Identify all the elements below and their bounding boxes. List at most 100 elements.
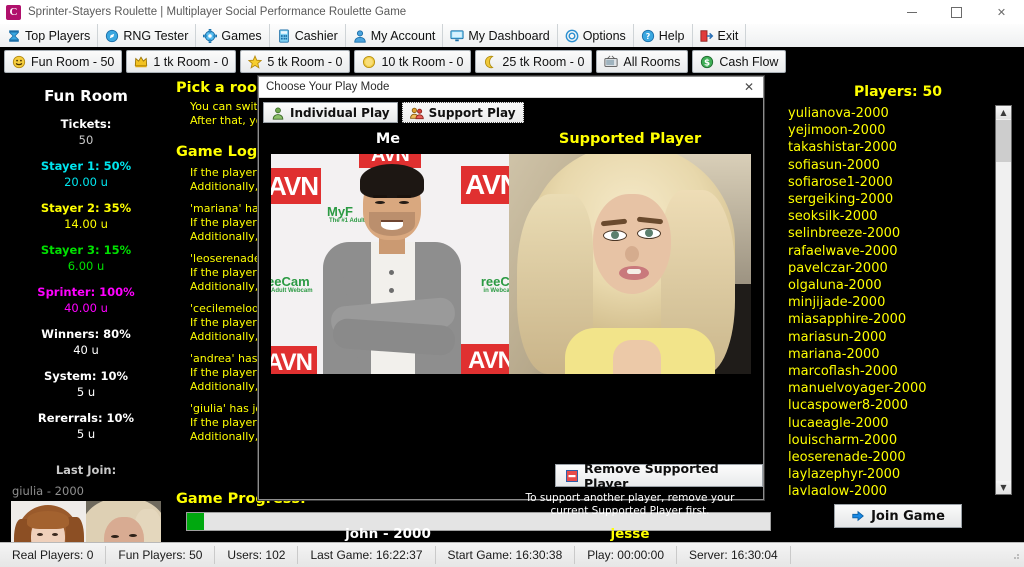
- room-tab-25-tk-room-0[interactable]: 25 tk Room - 0: [475, 50, 593, 73]
- tickets-label: Tickets:: [60, 117, 112, 131]
- menu-item-rng-tester[interactable]: RNG Tester: [98, 24, 197, 47]
- player-list-item[interactable]: mariasun-2000: [788, 329, 992, 346]
- menu-item-my-account[interactable]: My Account: [346, 24, 444, 47]
- dialog-close-button[interactable]: ✕: [735, 77, 763, 97]
- menu-item-games[interactable]: Games: [196, 24, 270, 47]
- status-cell: Fun Players: 50: [106, 546, 216, 564]
- players-list[interactable]: yulianova-2000 yejimoon-2000 takashistar-2…: [788, 105, 992, 495]
- room-tab-1-tk-room-0[interactable]: 1 tk Room - 0: [126, 50, 237, 73]
- stat-group: Winners: 80% 40 u: [0, 327, 172, 357]
- compass-icon: [105, 29, 119, 43]
- room-tab-all-rooms[interactable]: All Rooms: [596, 50, 689, 73]
- players-scrollbar[interactable]: ▲ ▼: [995, 105, 1012, 495]
- stat-label: Winners: 80%: [41, 327, 131, 341]
- menu-item-help[interactable]: ? Help: [634, 24, 693, 47]
- room-tab-label: 25 tk Room - 0: [502, 54, 585, 69]
- crown-icon: [134, 55, 148, 69]
- dialog-titlebar: Choose Your Play Mode ✕: [259, 77, 763, 98]
- player-list-item[interactable]: sofiasun-2000: [788, 157, 992, 174]
- player-list-item[interactable]: minjijade-2000: [788, 294, 992, 311]
- player-list-item[interactable]: miasapphire-2000: [788, 311, 992, 328]
- game-progress-fill: [187, 513, 205, 530]
- stat-group: Stayer 1: 50% 20.00 u: [0, 159, 172, 189]
- player-list-item[interactable]: pavelczar-2000: [788, 260, 992, 277]
- join-game-label: Join Game: [871, 508, 945, 524]
- svg-text:$: $: [704, 58, 710, 68]
- maximize-button[interactable]: [934, 0, 979, 24]
- question-icon: ?: [641, 29, 655, 43]
- room-tab-10-tk-room-0[interactable]: 10 tk Room - 0: [354, 50, 472, 73]
- player-list-item[interactable]: marcoflash-2000: [788, 363, 992, 380]
- payout-stats: Stayer 1: 50% 20.00 u Stayer 2: 35% 14.00 u…: [0, 159, 172, 441]
- play-mode-tab-support-play[interactable]: Support Play: [401, 102, 524, 123]
- player-list-item[interactable]: manuelvoyager-2000: [788, 380, 992, 397]
- close-window-button[interactable]: ✕: [979, 0, 1024, 24]
- player-list-item[interactable]: leoserenade-2000: [788, 449, 992, 466]
- menu-item-exit[interactable]: Exit: [693, 24, 747, 47]
- scrollbar-thumb[interactable]: [996, 120, 1011, 162]
- play-mode-tab-individual-play[interactable]: Individual Play: [263, 102, 398, 123]
- player-list-item[interactable]: sofiarose1-2000: [788, 174, 992, 191]
- players-label: Players:: [854, 84, 918, 100]
- menu-item-my-dashboard[interactable]: My Dashboard: [443, 24, 558, 47]
- players-list-wrapper: yulianova-2000 yejimoon-2000 takashistar-2…: [788, 105, 1012, 495]
- player-list-item[interactable]: lucaeagle-2000: [788, 415, 992, 432]
- app-logo-icon: C: [6, 4, 21, 20]
- menu-item-label: Help: [658, 28, 685, 43]
- player-list-item[interactable]: laylaglow-2000: [788, 483, 992, 495]
- player-list-item[interactable]: yejimoon-2000: [788, 122, 992, 139]
- player-list-item[interactable]: louischarm-2000: [788, 432, 992, 449]
- status-cell: Play: 00:00:00: [575, 546, 677, 564]
- menu-item-label: My Account: [370, 28, 436, 43]
- player-list-item[interactable]: takashistar-2000: [788, 139, 992, 156]
- stat-group: System: 10% 5 u: [0, 369, 172, 399]
- room-tab-fun-room-50[interactable]: Fun Room - 50: [4, 50, 123, 73]
- menu-item-options[interactable]: Options: [558, 24, 634, 47]
- player-list-item[interactable]: mariana-2000: [788, 346, 992, 363]
- remove-supported-player-button[interactable]: Remove Supported Player: [555, 461, 763, 491]
- room-tab-label: Cash Flow: [719, 54, 779, 69]
- player-list-item[interactable]: olgaluna-2000: [788, 277, 992, 294]
- minimize-button[interactable]: [889, 0, 934, 24]
- player-list-item[interactable]: sergeiking-2000: [788, 191, 992, 208]
- last-join-label: Last Join:: [55, 463, 117, 477]
- join-game-button[interactable]: Join Game: [834, 504, 962, 528]
- room-tab-label: 5 tk Room - 0: [267, 54, 343, 69]
- scroll-down-icon[interactable]: ▼: [996, 481, 1011, 494]
- player-list-item[interactable]: rafaelwave-2000: [788, 243, 992, 260]
- play-mode-tabs: Individual Play Support Play: [259, 98, 763, 123]
- smiley-icon: [12, 55, 26, 69]
- tickets-value: 50: [78, 133, 94, 147]
- menu-item-label: Cashier: [294, 28, 338, 43]
- menu-item-top-players[interactable]: Top Players: [0, 24, 99, 47]
- menu-item-label: Options: [582, 28, 626, 43]
- player-list-item[interactable]: laylazephyr-2000: [788, 466, 992, 483]
- scroll-up-icon[interactable]: ▲: [996, 106, 1011, 119]
- room-title: Fun Room: [44, 87, 128, 105]
- user-icon: [353, 29, 367, 43]
- supported-note-line-1: To support another player, remove your: [525, 492, 735, 504]
- stat-value: 20.00 u: [64, 175, 108, 189]
- player-list-item[interactable]: yulianova-2000: [788, 105, 992, 122]
- join-game-wrapper: Join Game: [772, 504, 1024, 528]
- minus-box-icon: [566, 469, 578, 482]
- exit-door-icon: [699, 29, 714, 43]
- single-user-icon: [271, 106, 285, 120]
- player-list-item[interactable]: selinbreeze-2000: [788, 225, 992, 242]
- scrollbar-track[interactable]: [996, 119, 1011, 481]
- gear-icon: [203, 28, 218, 43]
- player-list-item[interactable]: lucaspower8-2000: [788, 397, 992, 414]
- calculator-icon: [277, 28, 291, 43]
- resize-grip-icon[interactable]: [1009, 549, 1021, 561]
- players-count: 50: [922, 84, 942, 100]
- play-mode-tab-label: Individual Play: [290, 105, 390, 120]
- menu-item-cashier[interactable]: Cashier: [270, 24, 346, 47]
- stat-group: Sprinter: 100% 40.00 u: [0, 285, 172, 315]
- stat-group: Stayer 3: 15% 6.00 u: [0, 243, 172, 273]
- stat-label: Stayer 3: 15%: [40, 243, 132, 257]
- room-tab-label: Fun Room - 50: [31, 54, 115, 69]
- player-list-item[interactable]: seoksilk-2000: [788, 208, 992, 225]
- room-tab-5-tk-room-0[interactable]: 5 tk Room - 0: [240, 50, 351, 73]
- stat-value: 5 u: [76, 427, 96, 441]
- room-tab-cash-flow[interactable]: $ Cash Flow: [692, 50, 787, 73]
